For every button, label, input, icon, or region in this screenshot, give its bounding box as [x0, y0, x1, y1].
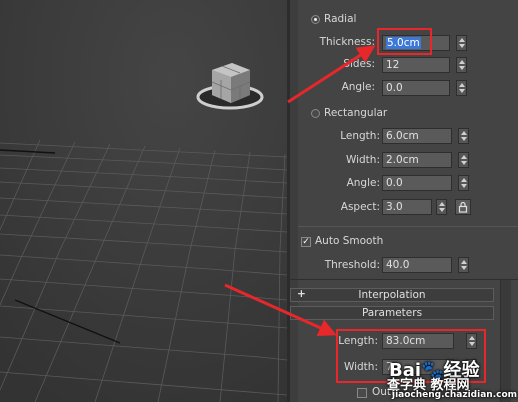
- screenshot-root: Radial Thickness: 5.0cm Sides: 12 Angle:…: [0, 0, 518, 402]
- annotation-arrows: [224, 45, 376, 337]
- arrow-to-parameters: [224, 283, 337, 337]
- arrow-to-thickness: [287, 45, 376, 104]
- watermark-url: jiaocheng.chazidian.com: [392, 390, 518, 400]
